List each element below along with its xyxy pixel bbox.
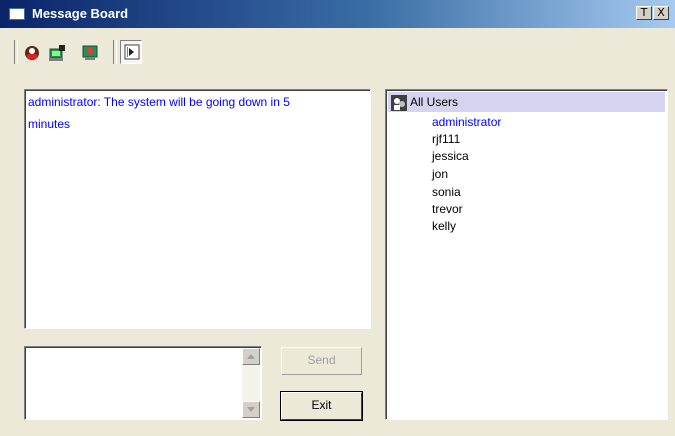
window-icon [9, 8, 25, 20]
user-item[interactable]: sonia [432, 184, 461, 201]
compose-input[interactable] [24, 346, 262, 420]
close-button[interactable]: X [653, 6, 669, 20]
window-title: Message Board [32, 6, 129, 21]
all-users-label: All Users [410, 95, 459, 109]
user-item[interactable]: administrator [432, 114, 501, 131]
message-history[interactable]: administrator: The system will be going … [24, 89, 371, 329]
user-item[interactable]: jon [432, 166, 448, 183]
exit-button[interactable]: Exit [281, 392, 362, 420]
broadcast-icon[interactable] [24, 45, 40, 61]
toolbar [0, 28, 675, 68]
toolbar-grip [14, 40, 18, 64]
pin-button[interactable]: T [636, 6, 652, 20]
all-users-node[interactable]: All Users [388, 92, 665, 112]
user-item[interactable]: jessica [432, 148, 469, 165]
title-bar[interactable]: Message Board T X [0, 0, 675, 28]
toolbar-separator [113, 40, 117, 64]
screen-icon[interactable] [82, 45, 98, 61]
compose-scrollbar[interactable] [242, 348, 260, 418]
exit-board-icon [124, 44, 140, 60]
exit-board-toggle[interactable] [120, 40, 142, 64]
send-button[interactable]: Send [281, 347, 362, 375]
arrow-down-icon [247, 407, 255, 412]
compose-text [25, 347, 261, 351]
users-group-icon [391, 95, 407, 111]
user-item[interactable]: trevor [432, 201, 463, 218]
users-tree[interactable]: All Users administrator rjf111 jessica j… [385, 89, 668, 420]
user-item[interactable]: rjf111 [432, 131, 460, 148]
user-info-icon[interactable] [49, 45, 65, 61]
scroll-down-button[interactable] [242, 401, 260, 418]
arrow-up-icon [247, 354, 255, 359]
scroll-up-button[interactable] [242, 348, 260, 365]
user-item[interactable]: kelly [432, 218, 456, 235]
message-line-continued: minutes [28, 117, 71, 131]
message-line: administrator: The system will be going … [28, 95, 290, 109]
